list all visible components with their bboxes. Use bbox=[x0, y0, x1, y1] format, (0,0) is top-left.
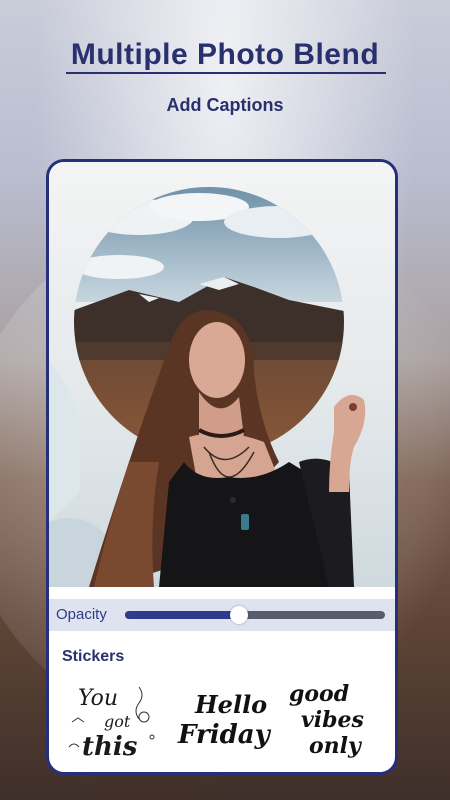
sticker-text-line: vibes bbox=[301, 707, 364, 733]
opacity-slider-thumb[interactable] bbox=[230, 606, 249, 624]
sticker-you-got-this[interactable]: You got this bbox=[64, 677, 164, 762]
sticker-text-line: Hello bbox=[194, 690, 267, 719]
opacity-control: Opacity bbox=[49, 599, 395, 631]
blended-photo[interactable] bbox=[49, 162, 395, 587]
stickers-heading: Stickers bbox=[62, 648, 125, 665]
sticker-text-line: You bbox=[78, 686, 118, 711]
opacity-slider-fill bbox=[125, 611, 240, 619]
editor-card: Opacity Stickers You got this Hello Frid… bbox=[46, 159, 398, 775]
sticker-text-line: only bbox=[309, 733, 363, 759]
sticker-text-line: this bbox=[82, 732, 138, 762]
title-underline bbox=[66, 72, 386, 74]
sticker-text-line: Friday bbox=[177, 720, 272, 750]
page-subtitle: Add Captions bbox=[166, 95, 284, 115]
sticker-text-line: good bbox=[289, 681, 349, 707]
sticker-text-line: got bbox=[104, 712, 131, 731]
page-title: Multiple Photo Blend bbox=[70, 38, 380, 71]
sticker-good-vibes-only[interactable]: good vibes only bbox=[281, 677, 381, 762]
opacity-label: Opacity bbox=[56, 606, 107, 623]
opacity-slider[interactable] bbox=[125, 606, 385, 624]
sticker-hello-friday[interactable]: Hello Friday bbox=[173, 677, 273, 762]
